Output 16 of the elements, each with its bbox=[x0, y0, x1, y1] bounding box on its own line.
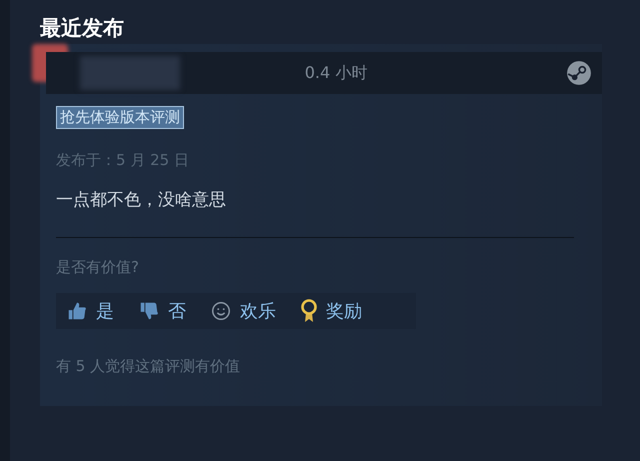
smile-button[interactable]: 欢乐 bbox=[200, 297, 286, 325]
review-tag: 抢先体验版本评测 bbox=[56, 106, 184, 129]
thumbs-down-icon bbox=[138, 300, 160, 322]
review-text: 一点都不色，没啥意思 bbox=[56, 189, 227, 211]
smiley-icon bbox=[210, 300, 232, 322]
steam-logo-icon bbox=[566, 60, 592, 86]
thumbs-up-icon bbox=[66, 300, 88, 322]
playtime: 0.4 小时 bbox=[304, 62, 368, 84]
helpful-prompt: 是否有价值? bbox=[56, 258, 140, 277]
helpful-count: 有 5 人觉得这篇评测有价值 bbox=[56, 357, 242, 376]
medal-icon bbox=[300, 299, 318, 323]
thumb-down-button[interactable]: 否 bbox=[128, 297, 196, 325]
thumb-up-button[interactable]: 是 bbox=[56, 297, 124, 325]
award-button[interactable]: 奖励 bbox=[290, 297, 372, 325]
posted-date: 发布于：5 月 25 日 bbox=[56, 151, 190, 170]
section-title: 最近发布 bbox=[40, 15, 125, 42]
